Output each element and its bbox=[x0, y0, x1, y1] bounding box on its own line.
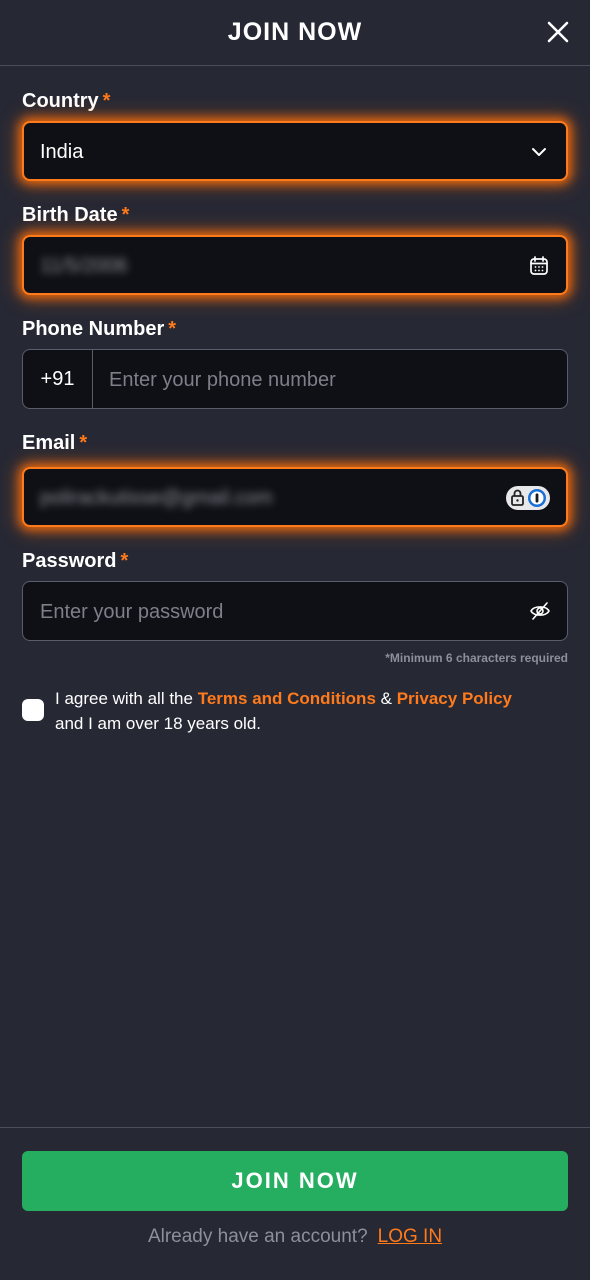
required-mark: * bbox=[168, 318, 177, 340]
required-mark: * bbox=[79, 432, 88, 454]
login-prompt: Already have an account? bbox=[147, 1226, 368, 1247]
email-value: polirackutisse@gmail.com bbox=[40, 487, 273, 509]
phone-label-text: Phone Number bbox=[22, 318, 165, 340]
footer-divider bbox=[0, 1127, 590, 1128]
login-link[interactable]: LOG IN bbox=[378, 1226, 442, 1247]
page-title: JOIN NOW bbox=[227, 18, 363, 46]
join-now-button[interactable]: JOIN NOW bbox=[22, 1151, 568, 1211]
header: JOIN NOW bbox=[0, 0, 590, 66]
birth-date-label-text: Birth Date bbox=[22, 204, 118, 226]
phone-country-code[interactable]: +91 bbox=[23, 350, 93, 408]
country-label-text: Country bbox=[22, 90, 99, 112]
required-mark: * bbox=[102, 90, 111, 112]
password-manager-icon[interactable] bbox=[506, 486, 550, 510]
password-field[interactable]: Enter your password bbox=[22, 581, 568, 641]
required-mark: * bbox=[121, 204, 130, 226]
close-icon[interactable] bbox=[546, 20, 570, 44]
phone-field[interactable]: +91 Enter your phone number bbox=[22, 349, 568, 409]
agree-checkbox[interactable] bbox=[22, 699, 44, 721]
country-select[interactable]: India bbox=[22, 121, 568, 181]
birth-date-field[interactable]: 11/5/2006 bbox=[22, 235, 568, 295]
email-label-text: Email bbox=[22, 432, 76, 454]
email-field[interactable]: polirackutisse@gmail.com bbox=[22, 467, 568, 527]
phone-input[interactable]: Enter your phone number bbox=[109, 369, 336, 392]
calendar-icon[interactable] bbox=[528, 255, 550, 277]
birth-date-value: 11/5/2006 bbox=[40, 255, 128, 277]
privacy-link[interactable]: Privacy Policy bbox=[397, 689, 512, 708]
phone-label: Phone Number * bbox=[22, 318, 176, 341]
password-label-text: Password bbox=[22, 550, 117, 572]
country-value: India bbox=[40, 141, 84, 163]
lock-icon bbox=[511, 489, 546, 507]
birth-date-label: Birth Date * bbox=[22, 204, 129, 227]
agree-text-2: and I am over 18 years old. bbox=[55, 714, 262, 733]
password-input[interactable]: Enter your password bbox=[40, 601, 223, 624]
eye-off-icon[interactable] bbox=[529, 600, 551, 622]
terms-link[interactable]: Terms and Conditions bbox=[198, 689, 376, 708]
agree-text-1: I agree with all the bbox=[55, 689, 193, 708]
password-hint: *Minimum 6 characters required bbox=[385, 651, 568, 665]
login-row: Already have an account? LOG IN bbox=[0, 1226, 590, 1248]
agree-text: I agree with all the Terms and Condition… bbox=[55, 686, 515, 736]
close-button[interactable] bbox=[546, 20, 570, 44]
country-label: Country * bbox=[22, 90, 110, 113]
required-mark: * bbox=[120, 550, 129, 572]
agree-amp: & bbox=[380, 689, 392, 708]
email-label: Email * bbox=[22, 432, 87, 455]
chevron-down-icon[interactable] bbox=[528, 141, 550, 163]
password-label: Password * bbox=[22, 550, 128, 573]
